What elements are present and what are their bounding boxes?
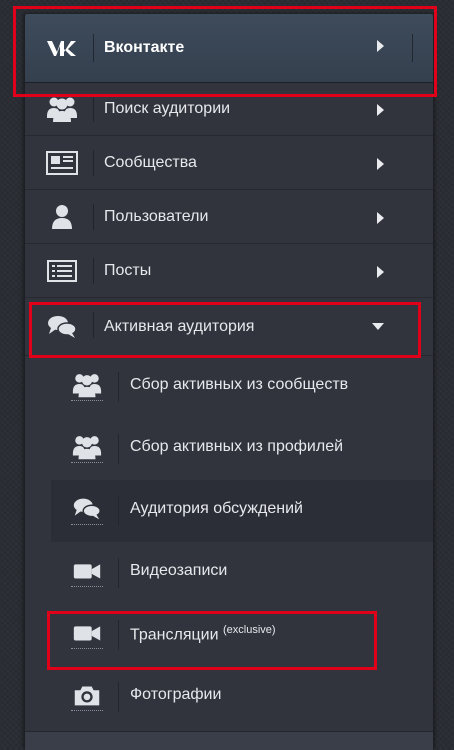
submenu-item-label: Сбор активных из сообществ <box>130 376 349 393</box>
menu-item-audience-search[interactable]: Поиск аудитории <box>25 82 433 136</box>
separator <box>118 496 119 526</box>
chevron-right-icon <box>377 212 384 224</box>
menu-item-label: Пользователи <box>104 207 209 225</box>
submenu-item-active-from-profiles[interactable]: Сбор активных из профилей <box>25 418 433 480</box>
sidebar-menu: Вконтакте Поиск аудитории Сообщества Пол… <box>24 14 434 750</box>
submenu-item-label: Аудитория обсуждений <box>130 500 303 517</box>
submenu-item-photos[interactable]: Фотографии <box>25 666 433 728</box>
submenu-item-discussion-audience[interactable]: Аудитория обсуждений <box>51 480 433 542</box>
exclusive-badge: (exclusive) <box>223 624 276 636</box>
menu-item-label: Сообщества <box>104 153 197 171</box>
group-icon <box>47 97 77 122</box>
photo-camera-icon <box>71 686 103 711</box>
chevron-down-icon <box>372 323 384 330</box>
separator <box>118 372 119 402</box>
menu-item-label: Вконтакте <box>104 39 185 56</box>
menu-item-communities[interactable]: Сообщества <box>25 136 433 190</box>
submenu-item-label: Сбор активных из профилей <box>130 438 344 455</box>
chevron-right-icon <box>377 40 384 52</box>
chevron-right-icon <box>377 266 384 278</box>
separator <box>93 34 94 62</box>
separator <box>93 96 94 122</box>
video-camera-icon <box>71 564 103 587</box>
chevron-right-icon <box>377 158 384 170</box>
submenu-item-active-from-communities[interactable]: Сбор активных из сообществ <box>25 356 433 418</box>
separator <box>93 312 94 338</box>
video-camera-icon <box>71 626 103 649</box>
newspaper-icon <box>46 150 78 175</box>
separator <box>93 204 94 230</box>
chat-bubbles-icon <box>48 315 77 338</box>
submenu-item-broadcasts[interactable]: Трансляции (exclusive) <box>25 604 433 666</box>
chevron-right-icon <box>377 104 384 116</box>
submenu-item-text: Трансляции <box>130 626 219 644</box>
menu-item-label: Активная аудитория <box>104 317 255 335</box>
menu-item-vkontakte[interactable]: Вконтакте <box>25 14 433 83</box>
separator <box>412 34 413 62</box>
submenu-item-label: Видеозаписи <box>130 562 228 579</box>
menu-item-users[interactable]: Пользователи <box>25 190 433 244</box>
group-icon <box>71 436 103 463</box>
user-icon <box>52 204 72 229</box>
menu-item-posts[interactable]: Посты <box>25 244 433 298</box>
menu-item-label: Посты <box>104 261 152 279</box>
group-icon <box>71 374 103 401</box>
menu-item-active-audience[interactable]: Активная аудитория <box>25 298 433 356</box>
vk-logo-icon <box>47 41 76 56</box>
separator <box>93 150 94 176</box>
separator <box>118 620 119 650</box>
menu-item-label: Поиск аудитории <box>104 99 231 117</box>
submenu-item-videos[interactable]: Видеозаписи <box>25 542 433 604</box>
separator <box>118 558 119 588</box>
next-menu-item-partial <box>25 731 433 750</box>
separator <box>118 682 119 712</box>
submenu-item-label: Трансляции (exclusive) <box>130 624 276 644</box>
separator <box>118 434 119 464</box>
list-icon <box>47 259 77 282</box>
separator <box>93 258 94 284</box>
chat-bubbles-icon <box>71 498 103 525</box>
submenu-item-label: Фотографии <box>130 686 222 703</box>
